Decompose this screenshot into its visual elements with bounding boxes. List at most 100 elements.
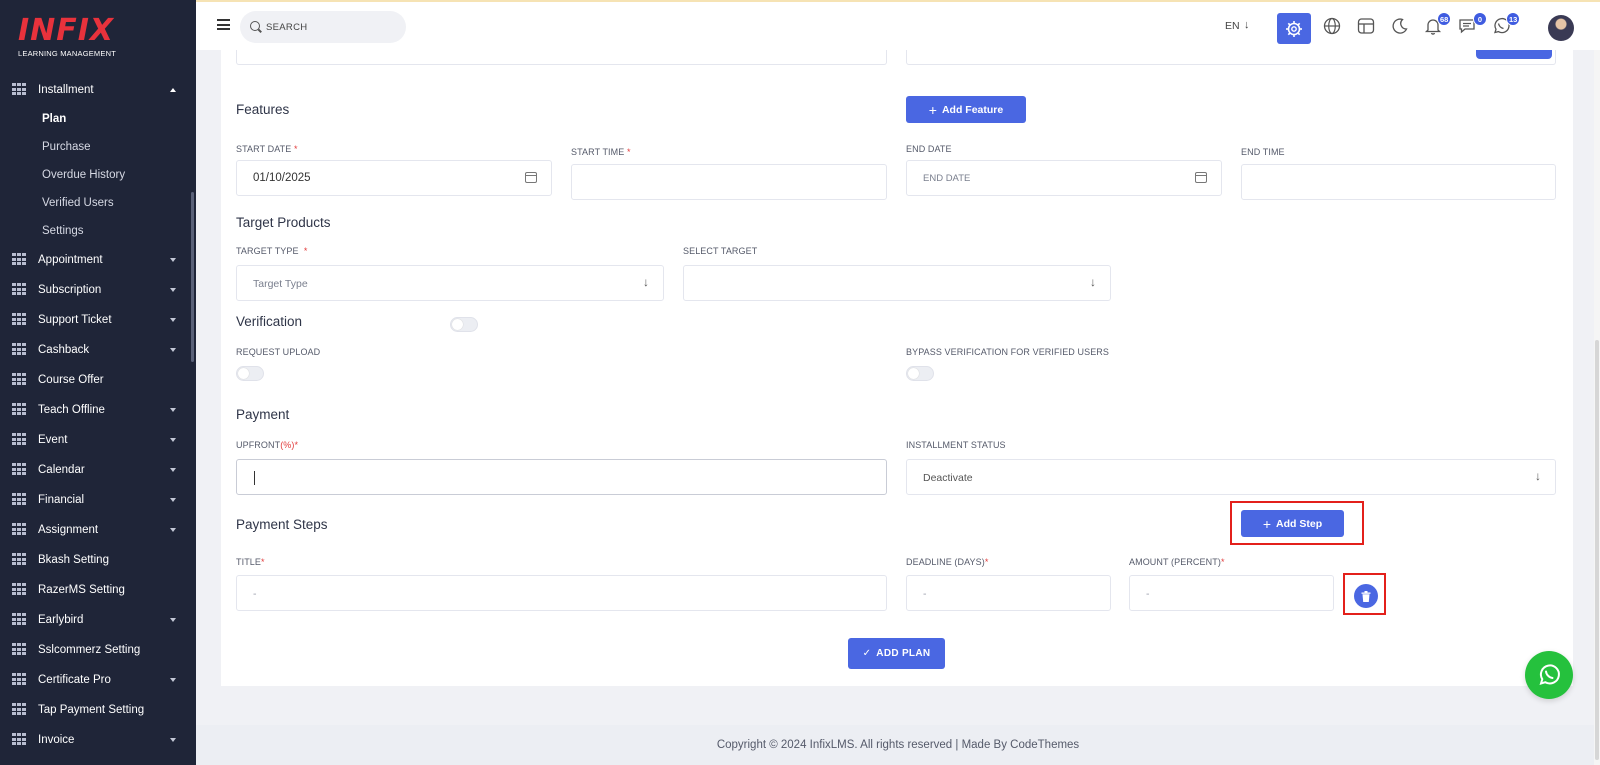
calendar-icon[interactable] xyxy=(525,172,537,183)
sidebar-item-subscription[interactable]: Subscription xyxy=(0,275,192,305)
add-feature-button[interactable]: + Add Feature xyxy=(906,96,1026,123)
add-plan-label: ADD PLAN xyxy=(876,648,931,659)
step-deadline-input[interactable]: - xyxy=(906,575,1111,611)
caret-down-icon xyxy=(170,498,176,502)
footer-copyright: Copyright © 2024 InfixLMS. All rights re… xyxy=(716,739,1080,751)
request-upload-toggle[interactable] xyxy=(236,366,264,381)
sidebar-item-label: Earlybird xyxy=(38,614,84,626)
whatsapp-icon xyxy=(1539,664,1560,685)
sidebar-item-label: Teach Offline xyxy=(38,404,105,416)
sidebar-item-invoice[interactable]: Invoice xyxy=(0,725,192,755)
target-products-section-title: Target Products xyxy=(236,215,331,230)
sidebar-subitem-overdue-history[interactable]: Overdue History xyxy=(0,161,192,189)
sidebar-item-teach-offline[interactable]: Teach Offline xyxy=(0,395,192,425)
language-selector[interactable]: EN xyxy=(1225,20,1240,32)
sidebar-item-earlybird[interactable]: Earlybird xyxy=(0,605,192,635)
step-amount-label: AMOUNT (PERCENT)* xyxy=(1129,557,1225,567)
sidebar-item-financial[interactable]: Financial xyxy=(0,485,192,515)
sidebar-item-appointment[interactable]: Appointment xyxy=(0,245,192,275)
sidebar-item-razerms-setting[interactable]: RazerMS Setting xyxy=(0,575,192,605)
grid-icon xyxy=(12,253,26,265)
verification-toggle[interactable] xyxy=(450,317,478,332)
previous-button-stub[interactable] xyxy=(1476,50,1552,59)
sidebar-item-assignment[interactable]: Assignment xyxy=(0,515,192,545)
grid-icon xyxy=(12,373,26,385)
sidebar-item-label: Certificate Pro xyxy=(38,674,111,686)
request-upload-label: REQUEST UPLOAD xyxy=(236,347,321,357)
sidebar-item-installment[interactable]: Installment xyxy=(0,75,192,105)
installment-status-select[interactable]: Deactivate ↓ xyxy=(906,459,1556,495)
features-section-title: Features xyxy=(236,102,290,117)
add-plan-button[interactable]: ✓ ADD PLAN xyxy=(848,638,945,669)
target-type-label: TARGET TYPE * xyxy=(236,246,308,256)
logo-tagline: LEARNING MANAGEMENT xyxy=(18,49,116,58)
sidebar-item-label: Subscription xyxy=(38,284,102,296)
step-deadline-label: DEADLINE (DAYS)* xyxy=(906,557,989,567)
grid-icon xyxy=(12,83,26,95)
layout-icon[interactable] xyxy=(1354,14,1378,38)
sidebar-item-course-offer[interactable]: Course Offer xyxy=(0,365,192,395)
sidebar-item-sslcommerz-setting[interactable]: Sslcommerz Setting xyxy=(0,635,192,665)
whatsapp-count-badge: 13 xyxy=(1506,12,1521,26)
sidebar-subitem-settings[interactable]: Settings xyxy=(0,217,192,245)
sidebar-item-label: Appointment xyxy=(38,254,103,266)
target-type-select[interactable]: Target Type ↓ xyxy=(236,265,664,301)
search-input[interactable] xyxy=(266,19,396,35)
page-scrollbar[interactable] xyxy=(1594,50,1600,765)
grid-icon xyxy=(12,433,26,445)
sidebar-item-calendar[interactable]: Calendar xyxy=(0,455,192,485)
caret-down-icon xyxy=(170,348,176,352)
sidebar-subitem-verified-users[interactable]: Verified Users xyxy=(0,189,192,217)
grid-icon xyxy=(12,733,26,745)
calendar-icon[interactable] xyxy=(1195,172,1207,183)
sidebar-items: Appointment Subscription Support Ticket Cas… xyxy=(0,245,192,755)
sidebar-item-bkash-setting[interactable]: Bkash Setting xyxy=(0,545,192,575)
grid-icon xyxy=(12,463,26,475)
upfront-input[interactable] xyxy=(236,459,887,495)
sidebar-item-tap-payment-setting[interactable]: Tap Payment Setting xyxy=(0,695,192,725)
sidebar-item-certificate-pro[interactable]: Certificate Pro xyxy=(0,665,192,695)
grid-icon xyxy=(12,553,26,565)
sidebar-item-support-ticket[interactable]: Support Ticket xyxy=(0,305,192,335)
start-time-input[interactable] xyxy=(571,164,887,200)
whatsapp-chat-button[interactable] xyxy=(1525,651,1573,699)
text-cursor xyxy=(254,471,255,485)
settings-cog-button[interactable] xyxy=(1277,13,1311,44)
app-logo[interactable]: INFIX LEARNING MANAGEMENT xyxy=(18,16,128,60)
sidebar-subitem-plan[interactable]: Plan xyxy=(0,105,192,133)
sidebar-item-label: Course Offer xyxy=(38,374,104,386)
grid-icon xyxy=(12,673,26,685)
start-date-input[interactable]: 01/10/2025 xyxy=(236,160,552,196)
sidebar-item-label: Sslcommerz Setting xyxy=(38,644,141,656)
checkmark-icon: ✓ xyxy=(862,648,872,659)
caret-down-icon xyxy=(170,738,176,742)
sidebar-item-label: Calendar xyxy=(38,464,85,476)
arrow-down-icon: ↓ xyxy=(643,275,649,289)
end-time-input[interactable] xyxy=(1241,164,1556,200)
select-target-select[interactable]: ↓ xyxy=(683,265,1111,301)
end-date-input[interactable]: END DATE xyxy=(906,160,1222,196)
bypass-verification-label: BYPASS VERIFICATION FOR VERIFIED USERS xyxy=(906,347,1109,357)
previous-field-stub xyxy=(906,50,1556,65)
installment-status-label: INSTALLMENT STATUS xyxy=(906,440,1006,450)
sidebar-item-cashback[interactable]: Cashback xyxy=(0,335,192,365)
delete-step-button[interactable] xyxy=(1354,584,1378,608)
grid-icon xyxy=(12,313,26,325)
sidebar-item-label: Assignment xyxy=(38,524,99,536)
hamburger-menu-icon[interactable] xyxy=(217,19,230,30)
grid-icon xyxy=(12,283,26,295)
sidebar-subitem-purchase[interactable]: Purchase xyxy=(0,133,192,161)
step-amount-input[interactable]: - xyxy=(1129,575,1334,611)
plus-icon: + xyxy=(1262,515,1272,532)
add-step-button[interactable]: + Add Step xyxy=(1241,510,1344,537)
caret-down-icon xyxy=(170,468,176,472)
bypass-verification-toggle[interactable] xyxy=(906,366,934,381)
step-title-input[interactable]: - xyxy=(236,575,887,611)
top-bar: EN ↓ 68 0 13 xyxy=(196,0,1600,50)
sidebar-item-event[interactable]: Event xyxy=(0,425,192,455)
dark-mode-moon-icon[interactable] xyxy=(1388,14,1412,38)
end-time-label: END TIME xyxy=(1241,147,1285,157)
plus-icon: + xyxy=(928,101,937,118)
user-avatar[interactable] xyxy=(1548,15,1574,41)
globe-icon[interactable] xyxy=(1320,14,1344,38)
